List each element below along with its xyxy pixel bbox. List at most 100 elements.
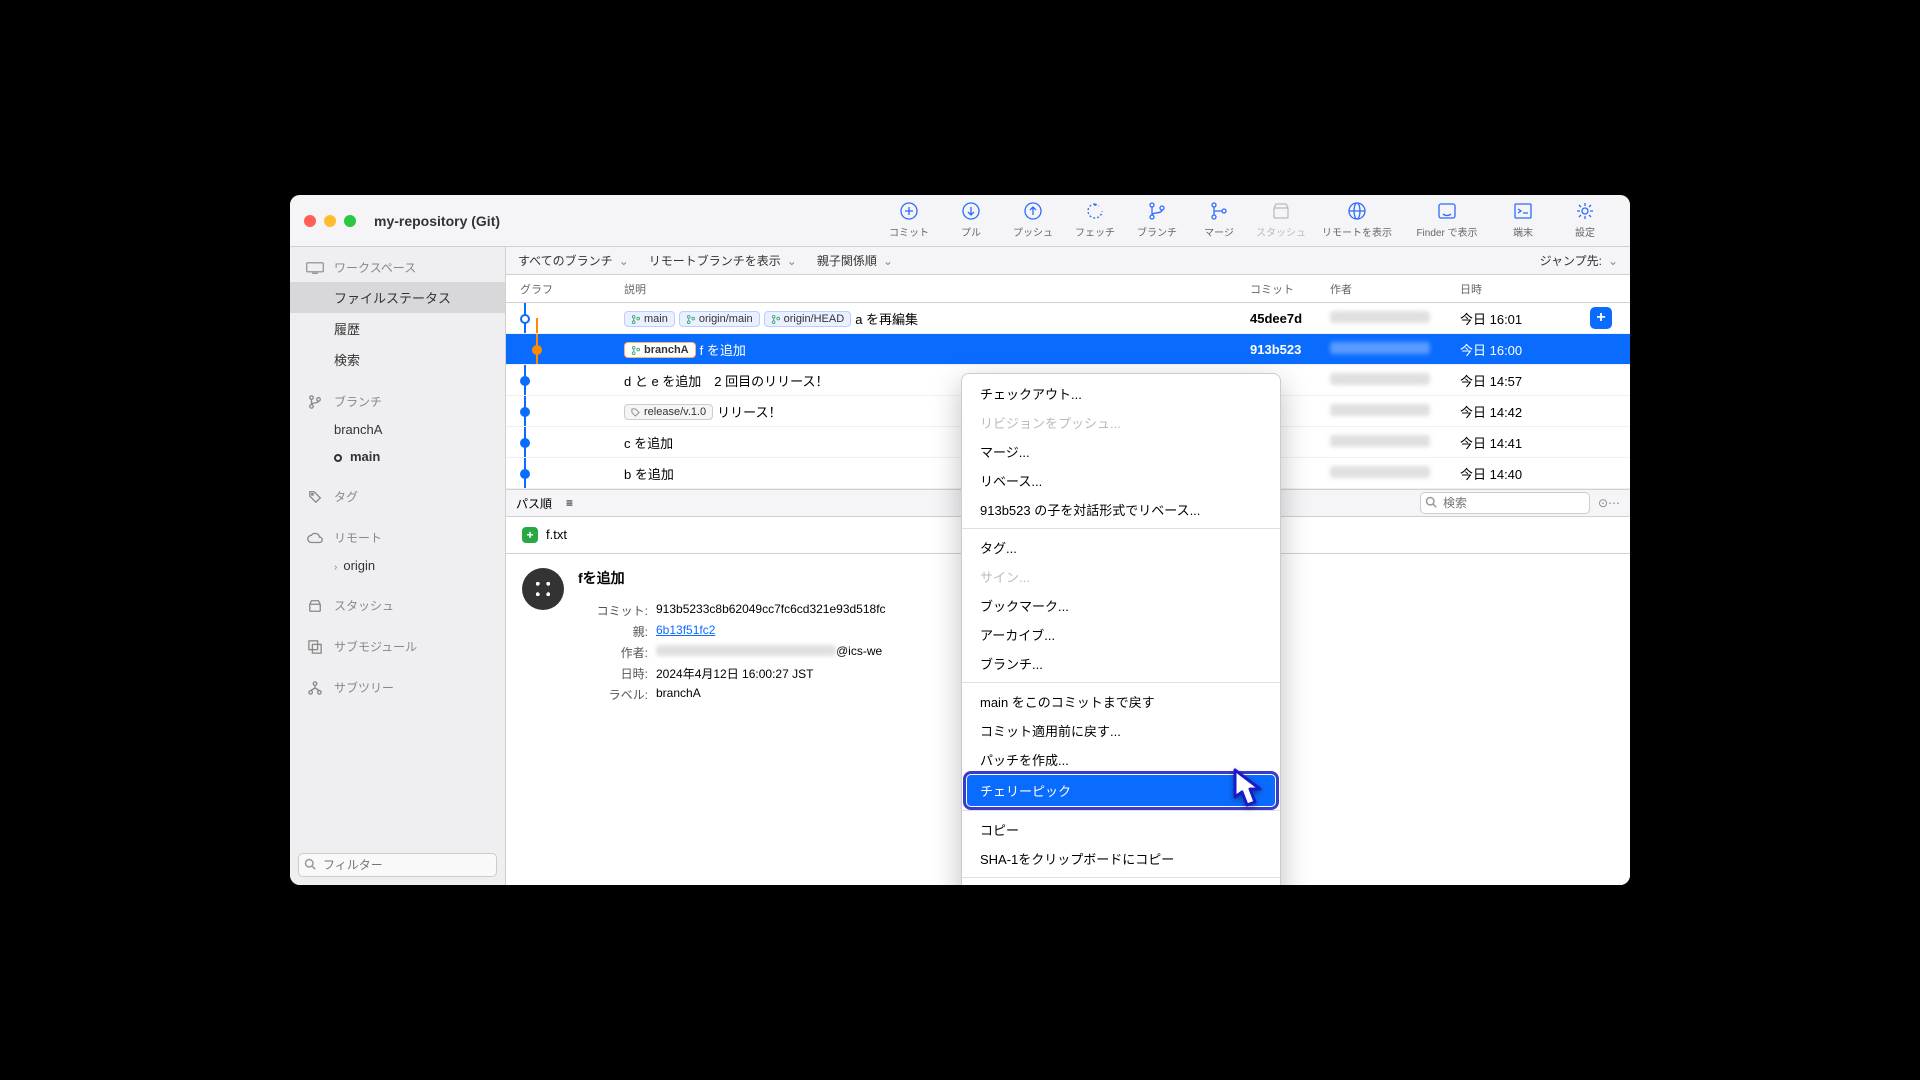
author-line: @ics-we [656, 644, 886, 661]
col-commit[interactable]: コミット [1250, 281, 1330, 297]
options-icon[interactable]: ⊙⋯ [1598, 496, 1620, 510]
sidebar: ワークスペース ファイルステータス履歴検索 ブランチ branchAmain タ… [290, 247, 506, 885]
commit-hash-short: 45dee7d [1250, 311, 1330, 326]
ref-tag[interactable]: origin/HEAD [764, 311, 852, 327]
tag-icon [306, 490, 324, 504]
toolbar-finder-button[interactable]: Finder で表示 [1402, 202, 1492, 239]
toolbar-stash-button: スタッシュ [1250, 202, 1312, 239]
menu-item[interactable]: マージ... [962, 437, 1280, 466]
sidebar-branch-item[interactable]: branchA [290, 416, 505, 443]
sidebar-branches-header[interactable]: ブランチ [290, 387, 505, 416]
submodule-icon [306, 640, 324, 654]
search-icon [304, 858, 316, 870]
parent-hash[interactable]: 6b13f51fc2 [656, 623, 886, 640]
menu-item[interactable]: リベース... [962, 466, 1280, 495]
branch-filter-select[interactable]: すべてのブランチ [518, 252, 629, 269]
stash-icon [1272, 202, 1290, 220]
add-button[interactable]: + [1590, 307, 1612, 329]
toolbar-branch-button[interactable]: ブランチ [1126, 202, 1188, 239]
up-circle-icon [1024, 202, 1042, 220]
toolbar: コミットプルプッシュフェッチブランチマージスタッシュリモートを表示Finder … [878, 202, 1616, 239]
chevron-right-icon: › [334, 562, 337, 573]
down-circle-icon [962, 202, 980, 220]
menu-item[interactable]: タグ... [962, 533, 1280, 562]
branch-icon [1148, 202, 1166, 220]
col-author[interactable]: 作者 [1330, 281, 1460, 297]
menu-item[interactable]: ブランチ... [962, 649, 1280, 678]
sidebar-remotes-header[interactable]: リモート [290, 523, 505, 552]
commit-date: 2024年4月12日 16:00:27 JST [656, 665, 886, 682]
col-graph[interactable]: グラフ [506, 281, 616, 297]
col-description[interactable]: 説明 [616, 281, 1250, 297]
ref-tag[interactable]: release/v.1.0 [624, 404, 713, 420]
close-window-button[interactable] [304, 215, 316, 227]
order-select[interactable]: 親子関係順 [817, 252, 893, 269]
gear-icon [1576, 202, 1594, 220]
author-avatar [522, 568, 564, 610]
menu-item: リビジョンをプッシュ... [962, 408, 1280, 437]
toolbar-settings-button[interactable]: 設定 [1554, 202, 1616, 239]
search-icon [1425, 496, 1437, 508]
finder-icon [1438, 202, 1456, 220]
remote-filter-select[interactable]: リモートブランチを表示 [649, 252, 797, 269]
zoom-window-button[interactable] [344, 215, 356, 227]
menu-item[interactable]: チェックアウト... [962, 379, 1280, 408]
commit-hash: 913b5233c8b62049cc7fc6cd321e93d518fc [656, 602, 886, 619]
commit-message: fを追加 [578, 568, 886, 588]
toolbar-merge-button[interactable]: マージ [1188, 202, 1250, 239]
menu-item[interactable]: アーカイブ... [962, 620, 1280, 649]
commit-hash-short: 913b523 [1250, 342, 1330, 357]
added-badge: + [522, 527, 538, 543]
toolbar-push-button[interactable]: プッシュ [1002, 202, 1064, 239]
path-view-select[interactable]: ≡ [566, 496, 573, 510]
sidebar-item[interactable]: 履歴 [290, 313, 505, 344]
refresh-icon [1086, 202, 1104, 220]
path-sort-select[interactable]: パス順 [516, 495, 552, 512]
branch-icon [306, 395, 324, 409]
plus-circle-icon [900, 202, 918, 220]
sidebar-branch-item[interactable]: main [290, 443, 505, 470]
globe-icon [1348, 202, 1366, 220]
toolbar-commit-button[interactable]: コミット [878, 202, 940, 239]
sidebar-submodules-header[interactable]: サブモジュール [290, 632, 505, 661]
sidebar-item-origin[interactable]: ›origin [290, 552, 505, 579]
merge-icon [1210, 202, 1228, 220]
sidebar-tags-header[interactable]: タグ [290, 482, 505, 511]
ref-tag[interactable]: main [624, 311, 675, 327]
file-search-input[interactable] [1420, 492, 1590, 514]
jump-to-select[interactable]: ジャンプ先: [1540, 252, 1618, 269]
app-window: my-repository (Git) コミットプルプッシュフェッチブランチマー… [290, 195, 1630, 885]
menu-item[interactable]: SHA-1をクリップボードにコピー [962, 844, 1280, 873]
toolbar-remote-button[interactable]: リモートを表示 [1312, 202, 1402, 239]
toolbar-pull-button[interactable]: プル [940, 202, 1002, 239]
menu-item[interactable]: コミット適用前に戻す... [962, 716, 1280, 745]
col-date[interactable]: 日時 [1460, 281, 1590, 297]
menu-item[interactable]: main をこのコミットまで戻す [962, 687, 1280, 716]
sidebar-filter [298, 853, 497, 877]
ref-tag[interactable]: origin/main [679, 311, 760, 327]
sidebar-item[interactable]: 検索 [290, 344, 505, 375]
ref-tag[interactable]: branchA [624, 342, 696, 358]
menu-item[interactable]: ブックマーク... [962, 591, 1280, 620]
commit-list-header: グラフ 説明 コミット 作者 日時 [506, 275, 1630, 303]
sidebar-item[interactable]: ファイルステータス [290, 282, 505, 313]
menu-item[interactable]: カスタムアクション [962, 882, 1280, 885]
traffic-lights [304, 215, 356, 227]
menu-item[interactable]: 913b523 の子を対話形式でリベース... [962, 495, 1280, 524]
toolbar-terminal-button[interactable]: 端末 [1492, 202, 1554, 239]
menu-item: サイン... [962, 562, 1280, 591]
commit-row[interactable]: mainorigin/mainorigin/HEADa を再編集45dee7d今… [506, 303, 1630, 334]
sidebar-filter-input[interactable] [298, 853, 497, 877]
titlebar: my-repository (Git) コミットプルプッシュフェッチブランチマー… [290, 195, 1630, 247]
app-body: ワークスペース ファイルステータス履歴検索 ブランチ branchAmain タ… [290, 247, 1630, 885]
filter-bar: すべてのブランチ リモートブランチを表示 親子関係順 ジャンプ先: [506, 247, 1630, 275]
sidebar-subtrees-header[interactable]: サブツリー [290, 673, 505, 702]
cursor-pointer-icon [1225, 765, 1275, 825]
minimize-window-button[interactable] [324, 215, 336, 227]
commit-row[interactable]: branchAf を追加913b523今日 16:00 [506, 334, 1630, 365]
toolbar-fetch-button[interactable]: フェッチ [1064, 202, 1126, 239]
sidebar-workspace-header[interactable]: ワークスペース [290, 253, 505, 282]
current-branch-indicator [334, 454, 342, 462]
cloud-icon [306, 531, 324, 545]
sidebar-stashes-header[interactable]: スタッシュ [290, 591, 505, 620]
